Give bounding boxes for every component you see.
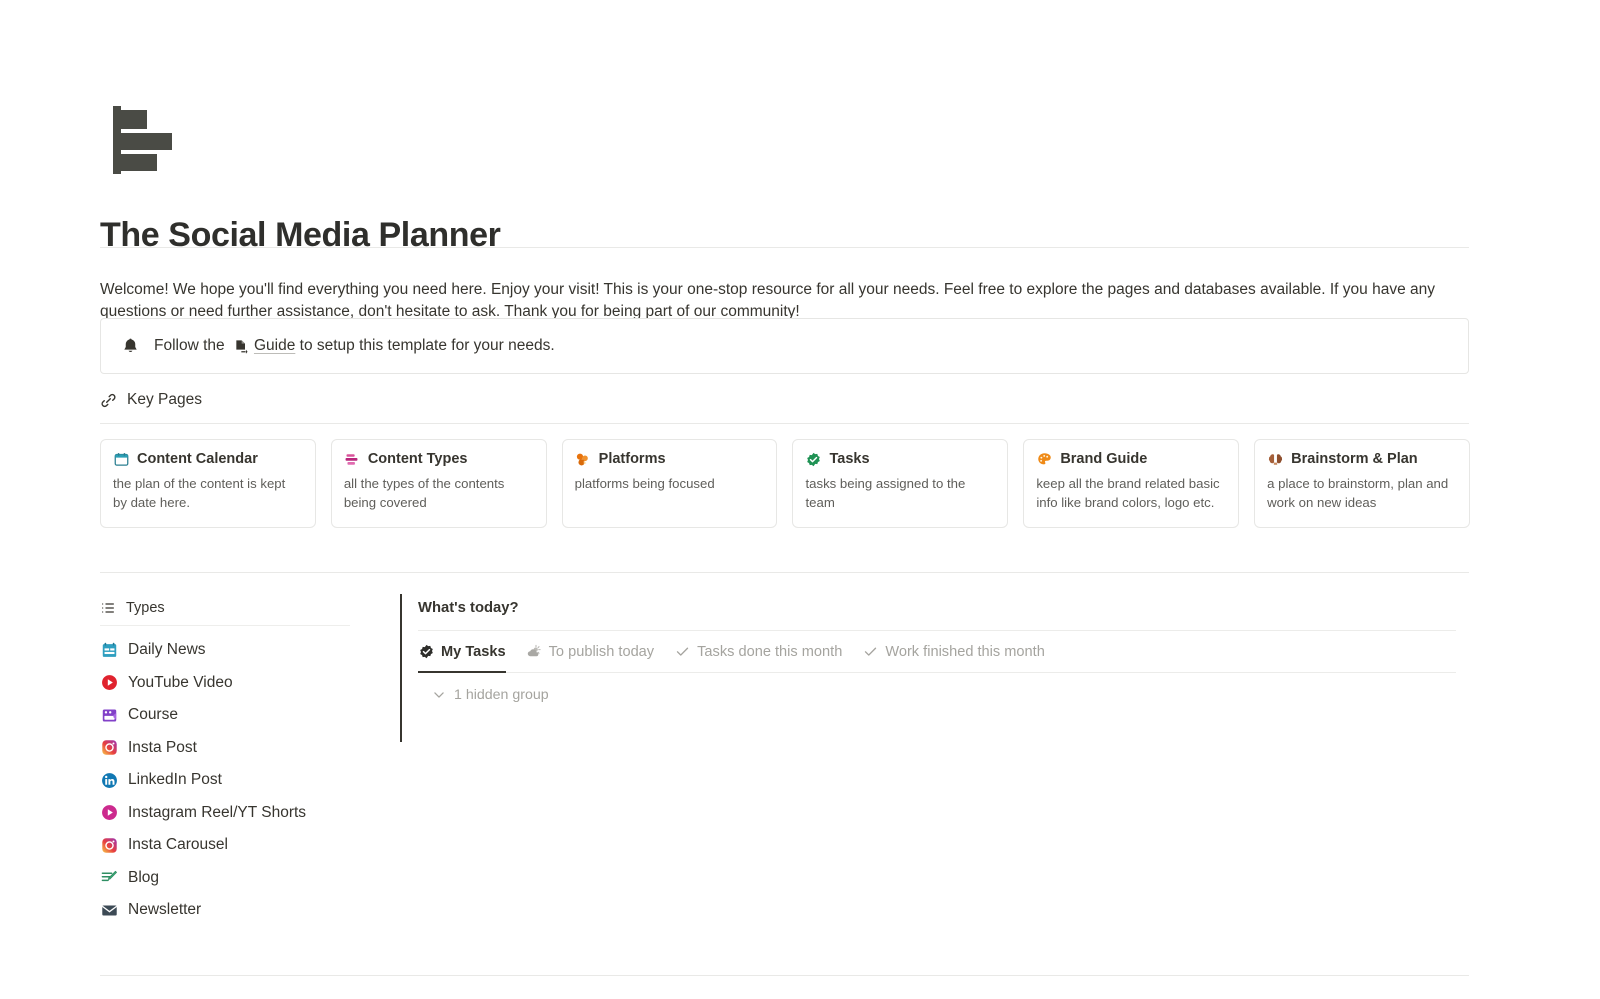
card-title: Tasks — [829, 451, 870, 467]
divider-under-key-pages — [100, 423, 1469, 424]
check-badge-emoji — [418, 644, 434, 660]
card-description: tasks being assigned to the team — [805, 476, 966, 510]
key-pages-label: Key Pages — [127, 391, 202, 408]
calendar-emoji — [113, 451, 129, 467]
page-title: The Social Media Planner — [100, 215, 501, 254]
card-platforms[interactable]: Platforms platforms being focused — [561, 439, 778, 528]
card-brand-guide[interactable]: Brand Guide keep all the brand related b… — [1023, 439, 1240, 528]
link-icon — [100, 392, 117, 409]
type-item-youtube-video[interactable]: YouTube Video — [100, 667, 400, 700]
whats-today-title: What's today? — [418, 600, 519, 616]
key-pages-heading: Key Pages — [100, 391, 202, 409]
hidden-group-toggle[interactable]: 1 hidden group — [418, 673, 1470, 703]
check-badge-emoji — [805, 451, 821, 467]
instagram-emoji — [100, 836, 118, 854]
hidden-group-label: 1 hidden group — [454, 687, 549, 703]
type-item-label: Instagram Reel/YT Shorts — [128, 803, 307, 821]
callout-text-after: to setup this template for your needs. — [295, 337, 555, 354]
card-brainstorm-plan[interactable]: Brainstorm & Plan a place to brainstorm,… — [1254, 439, 1470, 528]
card-description: the plan of the content is kept by date … — [113, 476, 286, 510]
card-header: Platforms — [575, 451, 765, 467]
guide-callout[interactable]: Follow the Guide to setup this template … — [100, 318, 1469, 374]
type-item-label: LinkedIn Post — [128, 771, 222, 789]
card-header: Tasks — [805, 451, 995, 467]
types-column: Types Daily News YouTube Video Course In… — [100, 600, 400, 927]
types-heading-label: Types — [126, 600, 165, 616]
type-item-label: Daily News — [128, 641, 206, 659]
key-pages-card-grid: Content Calendar the plan of the content… — [100, 439, 1470, 528]
type-item-insta-post[interactable]: Insta Post — [100, 732, 400, 765]
tab-label: To publish today — [548, 643, 655, 660]
card-description: all the types of the contents being cove… — [343, 476, 505, 510]
callout-text: Follow the Guide to setup this template … — [154, 337, 555, 355]
card-index-dividers-emoji — [344, 451, 360, 467]
type-item-blog[interactable]: Blog — [100, 862, 400, 895]
reel-play-emoji — [100, 804, 118, 822]
bell-icon — [121, 337, 140, 356]
card-title: Brainstorm & Plan — [1291, 451, 1418, 467]
type-item-label: Insta Post — [128, 738, 197, 756]
guide-link[interactable]: Guide — [254, 337, 295, 355]
check-icon — [674, 644, 690, 660]
sun-behind-cloud-emoji — [526, 644, 542, 660]
card-description: keep all the brand related basic info li… — [1036, 476, 1220, 510]
type-item-label: YouTube Video — [128, 673, 233, 691]
calendar-news-emoji — [100, 641, 118, 659]
card-title: Content Calendar — [137, 451, 258, 467]
callout-text-before: Follow the — [154, 337, 229, 354]
linkedin-emoji — [100, 771, 118, 789]
instagram-emoji — [100, 739, 118, 757]
divider-above-lower-section — [100, 572, 1469, 573]
card-content-calendar[interactable]: Content Calendar the plan of the content… — [100, 439, 316, 528]
tab-label: Work finished this month — [885, 643, 1045, 660]
card-tasks[interactable]: Tasks tasks being assigned to the team — [792, 439, 1009, 528]
whats-today-column: What's today? My Tasks To publish today … — [400, 594, 1470, 742]
tab-label: My Tasks — [441, 643, 506, 660]
whats-today-tabs: My Tasks To publish today Tasks done thi… — [418, 631, 1470, 673]
tab-my-tasks[interactable]: My Tasks — [418, 632, 506, 673]
youtube-play-emoji — [100, 674, 118, 692]
tab-work-finished-this-month[interactable]: Work finished this month — [862, 632, 1045, 673]
card-title: Platforms — [598, 451, 666, 467]
bar-chart-icon[interactable] — [113, 106, 175, 174]
card-title: Content Types — [367, 451, 468, 467]
check-icon — [862, 644, 878, 660]
type-item-label: Newsletter — [128, 901, 202, 919]
envelope-emoji — [100, 901, 118, 919]
card-header: Brainstorm & Plan — [1267, 451, 1457, 467]
palette-emoji — [1036, 451, 1052, 467]
divider-under-title — [100, 247, 1469, 248]
brain-emoji — [1267, 451, 1283, 467]
divider-bottom — [100, 975, 1469, 976]
tab-label: Tasks done this month — [697, 643, 843, 660]
type-item-linkedin-post[interactable]: LinkedIn Post — [100, 764, 400, 797]
memo-pencil-emoji — [100, 869, 118, 887]
film-projector-emoji — [100, 706, 118, 724]
type-item-course[interactable]: Course — [100, 699, 400, 732]
card-header: Brand Guide — [1036, 451, 1226, 467]
intro-paragraph: Welcome! We hope you'll find everything … — [100, 280, 1435, 320]
type-item-label: Blog — [128, 868, 160, 886]
card-content-types[interactable]: Content Types all the types of the conte… — [330, 439, 547, 528]
card-description: a place to brainstorm, plan and work on … — [1267, 476, 1449, 510]
type-item-daily-news[interactable]: Daily News — [100, 634, 400, 667]
tab-tasks-done-this-month[interactable]: Tasks done this month — [674, 632, 842, 673]
card-description: platforms being focused — [574, 476, 715, 491]
notion-page: The Social Media Planner Welcome! We hop… — [0, 0, 1600, 999]
type-item-newsletter[interactable]: Newsletter — [100, 894, 400, 927]
card-header: Content Types — [344, 451, 534, 467]
type-item-instagram-reel-yt-shorts[interactable]: Instagram Reel/YT Shorts — [100, 797, 400, 830]
types-divider — [100, 625, 350, 626]
card-header: Content Calendar — [113, 451, 303, 467]
type-item-label: Course — [128, 706, 178, 724]
type-item-insta-carousel[interactable]: Insta Carousel — [100, 829, 400, 862]
page-link-icon — [233, 339, 249, 355]
types-heading: Types — [100, 600, 400, 625]
card-title: Brand Guide — [1060, 451, 1148, 467]
type-item-label: Insta Carousel — [128, 836, 228, 854]
chevron-down-icon — [432, 688, 446, 702]
puzzle-emoji — [575, 451, 591, 467]
tab-to-publish-today[interactable]: To publish today — [526, 632, 654, 673]
bulleted-list-icon — [100, 600, 116, 616]
